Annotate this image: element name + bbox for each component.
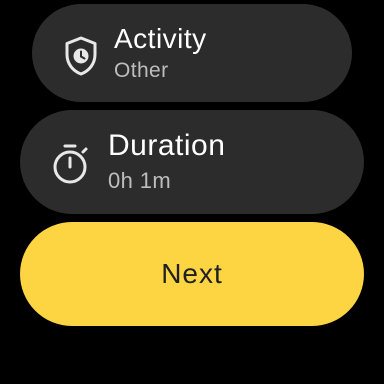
stopwatch-icon (50, 142, 92, 186)
shield-clock-icon (62, 34, 100, 78)
duration-value: 0h 1m (108, 168, 172, 193)
next-button[interactable]: Next (20, 222, 364, 326)
screen: Activity Other Duration 0h 1m Next (0, 0, 384, 384)
duration-title: Duration (108, 129, 226, 162)
duration-chip[interactable]: Duration 0h 1m (20, 110, 364, 214)
activity-value: Other (114, 59, 169, 82)
activity-title: Activity (114, 23, 207, 54)
activity-chip[interactable]: Activity Other (32, 4, 352, 102)
next-button-label: Next (161, 258, 223, 289)
